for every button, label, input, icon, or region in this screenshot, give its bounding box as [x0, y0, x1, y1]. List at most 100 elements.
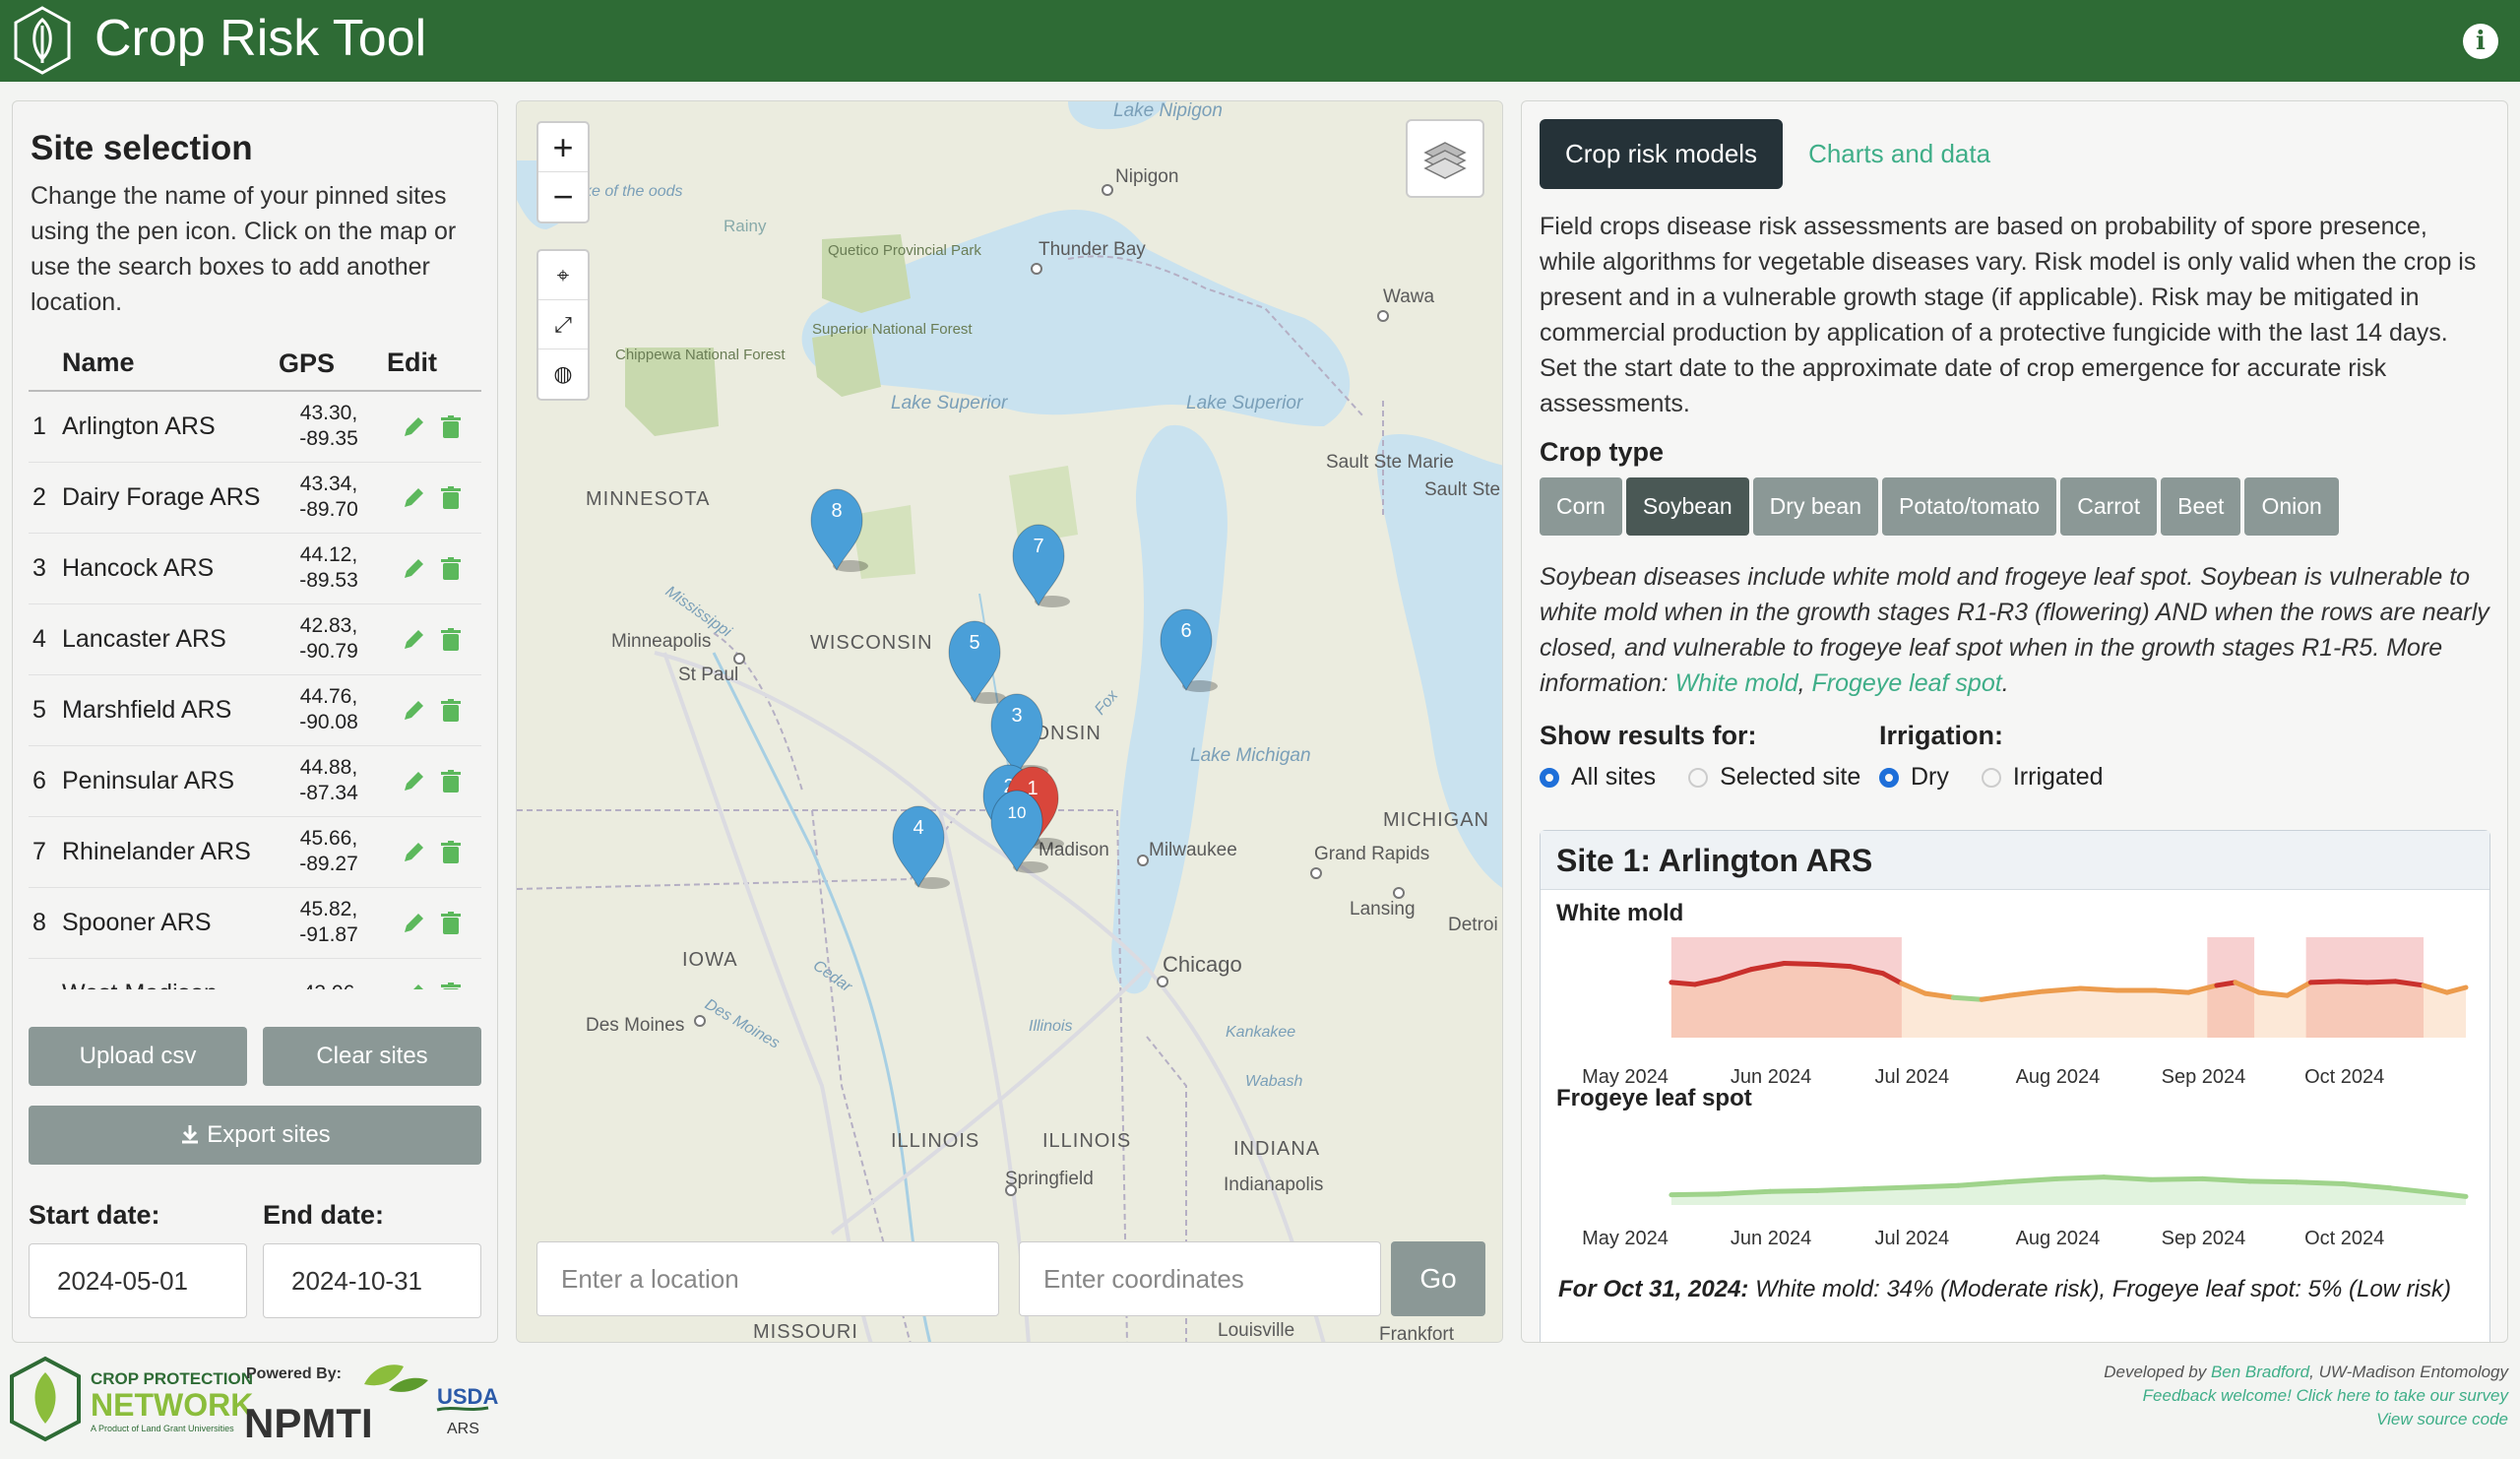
upload-csv-button[interactable]: Upload csv — [29, 1027, 247, 1086]
tab-crop-risk-models[interactable]: Crop risk models — [1540, 119, 1784, 189]
table-row[interactable]: 5 Marshfield ARS 44.76, -90.08 — [29, 674, 481, 746]
x-tick-label: Sep 2024 — [2162, 1066, 2246, 1088]
results-options: Show results for: All sites Selected sit… — [1540, 721, 2489, 792]
trash-icon[interactable] — [438, 698, 464, 724]
coordinates-input[interactable]: Enter coordinates — [1019, 1241, 1381, 1316]
pencil-icon[interactable] — [401, 698, 426, 724]
radio-dry[interactable] — [1879, 768, 1899, 789]
table-row[interactable]: 4 Lancaster ARS 42.83, -90.79 — [29, 603, 481, 675]
table-row[interactable]: 3 Hancock ARS 44.12, -89.53 — [29, 533, 481, 604]
go-button[interactable]: Go — [1391, 1241, 1485, 1316]
series-line-segment — [1814, 1186, 1867, 1193]
radio-all-sites[interactable] — [1540, 768, 1559, 789]
series-line-segment — [2101, 1174, 2154, 1182]
trash-icon[interactable] — [438, 485, 464, 511]
series-line-segment — [1955, 1179, 2008, 1188]
usda-ars-logo: USDA ARS — [436, 1384, 498, 1437]
map-label-illinois-river: Illinois — [1029, 1018, 1072, 1035]
map-label-lake-of-woods: ke of the oods — [584, 183, 683, 200]
series-line-segment — [2077, 985, 2121, 993]
radio-selected-site[interactable] — [1688, 768, 1709, 789]
site-selection-panel: Site selection Change the name of your p… — [12, 100, 498, 1343]
feedback-link[interactable]: Feedback welcome! Click here to take our… — [2104, 1384, 2508, 1408]
export-sites-button[interactable]: Export sites — [29, 1106, 481, 1165]
series-line-segment — [2148, 1175, 2206, 1182]
site-number: 3 — [29, 533, 58, 604]
series-line-segment — [2434, 1190, 2469, 1199]
sites-table-scroll[interactable]: Name GPS Edit 1 Arlington ARS 43.30, -89.35… — [29, 340, 481, 989]
site-gps: 43.34, -89.70 — [275, 462, 383, 534]
table-row[interactable]: 1 Arlington ARS 43.30, -89.35 — [29, 391, 481, 463]
crop-button-dry-bean[interactable]: Dry bean — [1752, 477, 1878, 536]
location-search-input[interactable]: Enter a location — [536, 1241, 999, 1316]
trash-icon[interactable] — [438, 769, 464, 794]
selected-site-label: Selected site — [1720, 763, 1861, 791]
fullscreen-icon[interactable]: ⤢ — [538, 300, 588, 349]
layers-button[interactable] — [1406, 119, 1484, 198]
trash-icon[interactable] — [438, 627, 464, 653]
table-row[interactable]: 8 Spooner ARS 45.82, -91.87 — [29, 887, 481, 959]
map-label-rainy: Rainy — [724, 217, 767, 235]
pencil-icon[interactable] — [401, 769, 426, 794]
table-row[interactable]: 2 Dairy Forage ARS 43.34, -89.70 — [29, 462, 481, 534]
trash-icon[interactable] — [438, 556, 464, 582]
site-pin-label: 7 — [1033, 536, 1043, 557]
npmti-label: NPMTI — [244, 1400, 373, 1446]
trash-icon[interactable] — [438, 414, 464, 440]
crop-button-beet[interactable]: Beet — [2161, 477, 2241, 536]
developer-link[interactable]: Ben Bradford — [2211, 1363, 2309, 1381]
pencil-icon[interactable] — [401, 414, 426, 440]
map-label-illinois: ILLINOIS — [891, 1130, 979, 1152]
globe-icon[interactable]: ◍ — [538, 349, 588, 399]
crop-button-corn[interactable]: Corn — [1540, 477, 1622, 536]
crop-button-onion[interactable]: Onion — [2244, 477, 2339, 536]
site-name: West Madison — [58, 958, 275, 989]
top-bar: Crop Risk Tool i — [0, 0, 2520, 82]
radio-irrigated[interactable] — [1981, 768, 2001, 789]
series-line-segment — [1950, 994, 1984, 1002]
chart-title-frogeye: Frogeye leaf spot — [1556, 1085, 1752, 1111]
pencil-icon[interactable] — [401, 485, 426, 511]
zoom-out-button[interactable]: − — [538, 172, 588, 222]
frogeye-leaf-spot-link[interactable]: Frogeye leaf spot — [1812, 669, 2002, 697]
start-date-input[interactable]: 2024-05-01 — [29, 1243, 247, 1318]
zoom-in-button[interactable]: + — [538, 123, 588, 172]
site-number: 1 — [29, 391, 58, 463]
pencil-icon[interactable] — [401, 840, 426, 865]
info-icon[interactable]: i — [2463, 24, 2498, 59]
trash-icon[interactable] — [438, 911, 464, 936]
crop-button-soybean[interactable]: Soybean — [1625, 477, 1749, 536]
col-header-edit: Edit — [383, 340, 481, 392]
crop-button-carrot[interactable]: Carrot — [2060, 477, 2158, 536]
table-row[interactable]: 6 Peninsular ARS 44.88, -87.34 — [29, 745, 481, 817]
series-line-segment — [1669, 1191, 1722, 1198]
map-panel[interactable]: Lake Nipigon Nipigon Thunder Bay Wawa La… — [516, 100, 1503, 1343]
map-label-indiana: INDIANA — [1233, 1138, 1320, 1160]
pencil-icon[interactable] — [401, 911, 426, 936]
crop-risk-panel: Crop risk models Charts and data Field c… — [1521, 100, 2508, 1343]
crop-type-buttons: Corn Soybean Dry bean Potato/tomato Carrot Be… — [1540, 477, 2489, 536]
site-selection-title: Site selection — [31, 129, 253, 167]
clear-sites-button[interactable]: Clear sites — [263, 1027, 481, 1086]
crop-button-potato-tomato[interactable]: Potato/tomato — [1882, 477, 2057, 536]
map-label-sault-ste-marie-2: Sault Ste Marie — [1424, 479, 1503, 500]
table-row[interactable]: West Madison43.06 — [29, 958, 481, 989]
pencil-icon[interactable] — [401, 556, 426, 582]
trash-icon[interactable] — [438, 982, 464, 989]
map-canvas[interactable]: Lake Nipigon Nipigon Thunder Bay Wawa La… — [517, 101, 1503, 1343]
map-label-minneapolis: Minneapolis — [611, 631, 711, 652]
source-code-link[interactable]: View source code — [2104, 1408, 2508, 1431]
tab-charts-and-data[interactable]: Charts and data — [1783, 119, 2016, 189]
download-icon — [182, 1125, 199, 1144]
locate-icon[interactable]: ⌖ — [538, 251, 588, 300]
risk-summary: For Oct 31, 2024: White mold: 34% (Moder… — [1541, 1272, 2469, 1307]
pencil-icon[interactable] — [401, 982, 426, 989]
site-gps: 44.76, -90.08 — [275, 674, 383, 746]
table-row[interactable]: 7 Rhinelander ARS 45.66, -89.27 — [29, 816, 481, 888]
map-label-thunder-bay: Thunder Bay — [1039, 239, 1146, 260]
map-label-milwaukee: Milwaukee — [1149, 840, 1237, 860]
white-mold-link[interactable]: White mold — [1675, 669, 1798, 697]
end-date-input[interactable]: 2024-10-31 — [263, 1243, 481, 1318]
pencil-icon[interactable] — [401, 627, 426, 653]
trash-icon[interactable] — [438, 840, 464, 865]
